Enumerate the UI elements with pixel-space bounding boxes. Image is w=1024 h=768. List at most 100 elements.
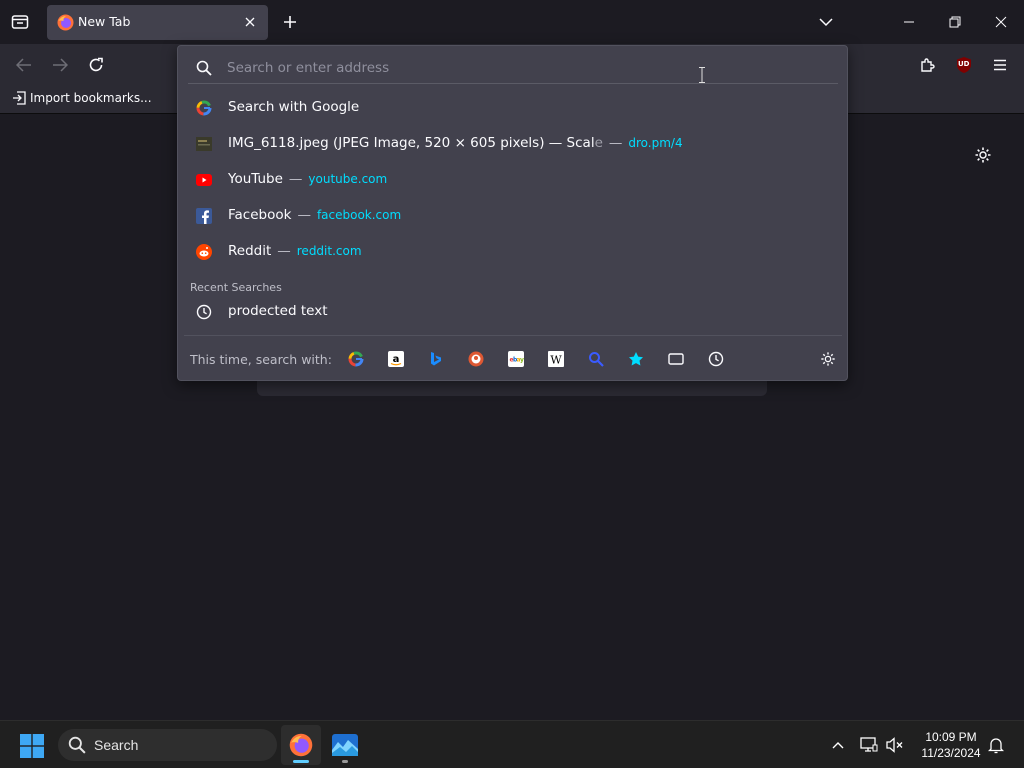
result-separator: —	[297, 207, 311, 223]
photos-app-icon	[332, 734, 358, 756]
chevron-down-icon	[819, 18, 833, 27]
svg-text:W: W	[550, 354, 562, 367]
history-icon[interactable]	[707, 350, 725, 368]
result-title-fade: e	[594, 135, 603, 151]
tab-list-dropdown-button[interactable]	[816, 12, 836, 32]
import-icon	[13, 91, 26, 105]
urlbar-input-row	[188, 52, 838, 84]
result-reddit[interactable]: Reddit — reddit.com	[184, 235, 842, 269]
recent-searches-heading: Recent Searches	[190, 281, 282, 294]
open-app-indicator	[342, 760, 348, 763]
bell-icon	[988, 737, 1004, 753]
back-button[interactable]	[12, 53, 36, 77]
result-separator: —	[608, 135, 623, 151]
google-icon[interactable]	[347, 350, 365, 368]
hamburger-menu-icon	[994, 59, 1006, 71]
recent-search-item[interactable]: prodected text	[184, 295, 842, 329]
speaker-muted-icon	[886, 737, 903, 753]
result-url: dro.pm/4	[628, 136, 683, 150]
newtab-settings-button[interactable]	[972, 144, 994, 166]
import-bookmarks-label: Import bookmarks...	[30, 91, 152, 105]
result-title: Facebook	[228, 207, 292, 223]
windows-taskbar: Search 10:09 PM 11/23/2024	[0, 720, 1024, 768]
youtube-icon	[196, 172, 212, 188]
network-tray-button[interactable]	[859, 735, 879, 755]
puzzle-piece-icon	[921, 58, 935, 72]
urlbar-panel: Search with Google IMG_6118.jpeg (JPEG I…	[177, 45, 848, 381]
restore-button[interactable]	[932, 0, 978, 44]
one-off-label: This time, search with:	[190, 352, 332, 367]
amazon-icon[interactable]: a	[387, 350, 405, 368]
volume-tray-button[interactable]	[885, 735, 905, 755]
result-youtube[interactable]: YouTube — youtube.com	[184, 163, 842, 197]
new-tab-button[interactable]	[280, 12, 300, 32]
bookmarks-star-icon[interactable]	[627, 350, 645, 368]
facebook-icon	[196, 208, 212, 224]
result-title: YouTube	[228, 171, 283, 187]
ublock-badge-text: UD	[958, 60, 970, 68]
result-separator: —	[288, 171, 303, 187]
result-url: reddit.com	[296, 244, 362, 258]
folder-tabs-icon	[11, 15, 29, 29]
reload-button[interactable]	[84, 53, 108, 77]
taskbar-firefox[interactable]	[281, 725, 321, 765]
network-monitor-icon	[860, 737, 878, 752]
show-hidden-icons-button[interactable]	[828, 735, 848, 755]
reload-icon	[89, 57, 103, 72]
search-icon	[68, 736, 86, 754]
result-title: Search with Google	[228, 99, 360, 115]
history-clock-icon	[196, 304, 212, 320]
taskbar-search-label: Search	[94, 737, 139, 753]
search-icon	[196, 60, 212, 76]
result-search-with-google[interactable]: Search with Google	[184, 91, 842, 125]
tab-strip: New Tab	[0, 0, 1024, 44]
plus-icon	[284, 16, 296, 28]
restore-icon	[949, 16, 961, 28]
ebay-icon[interactable]: ebay	[507, 350, 525, 368]
notifications-button[interactable]	[986, 735, 1006, 755]
minimize-icon	[904, 21, 914, 23]
gear-icon	[975, 147, 991, 163]
back-arrow-icon	[16, 58, 31, 72]
result-title: Reddit	[228, 243, 272, 259]
svg-text:a: a	[393, 354, 400, 365]
forward-button[interactable]	[48, 53, 72, 77]
urlbar-input[interactable]	[227, 59, 727, 76]
result-image-history[interactable]: IMG_6118.jpeg (JPEG Image, 520 × 605 pix…	[184, 127, 842, 161]
result-facebook[interactable]: Facebook — facebook.com	[184, 199, 842, 233]
close-window-button[interactable]	[978, 0, 1024, 44]
forward-arrow-icon	[53, 58, 68, 72]
chevron-up-icon	[832, 742, 844, 749]
tab-title: New Tab	[78, 14, 131, 29]
taskbar-clock[interactable]: 10:09 PM 11/23/2024	[916, 729, 986, 761]
close-icon	[995, 16, 1007, 28]
firefox-icon	[57, 14, 74, 31]
tabs-icon[interactable]	[667, 350, 685, 368]
taskbar-photos-app[interactable]	[325, 725, 365, 765]
start-button[interactable]	[20, 734, 44, 758]
gear-icon	[821, 352, 835, 366]
one-off-search-bar: This time, search with: a ebay W	[184, 335, 842, 379]
bing-icon[interactable]	[427, 350, 445, 368]
wikipedia-icon[interactable]: W	[547, 350, 565, 368]
recent-search-title: prodected text	[228, 303, 328, 319]
result-separator: —	[277, 243, 291, 259]
active-app-indicator	[293, 760, 309, 763]
duckduckgo-icon[interactable]	[467, 350, 485, 368]
reddit-icon	[196, 244, 212, 260]
search-settings-button[interactable]	[819, 350, 837, 368]
ublock-origin-extension-button[interactable]: UD	[952, 53, 976, 77]
import-bookmarks-button[interactable]: Import bookmarks...	[12, 91, 152, 105]
extensions-button[interactable]	[916, 53, 940, 77]
windows-logo-icon	[20, 734, 44, 758]
clock-time: 10:09 PM	[925, 730, 977, 744]
list-all-tabs-button[interactable]	[8, 10, 32, 34]
tab-new-tab[interactable]: New Tab	[47, 5, 268, 40]
result-url: youtube.com	[308, 172, 388, 186]
clock-date: 11/23/2024	[921, 746, 981, 760]
close-tab-icon[interactable]	[241, 13, 259, 31]
application-menu-button[interactable]	[988, 53, 1012, 77]
taskbar-search-box[interactable]: Search	[58, 729, 277, 761]
search-shortcut-icon[interactable]	[587, 350, 605, 368]
minimize-button[interactable]	[886, 0, 932, 44]
